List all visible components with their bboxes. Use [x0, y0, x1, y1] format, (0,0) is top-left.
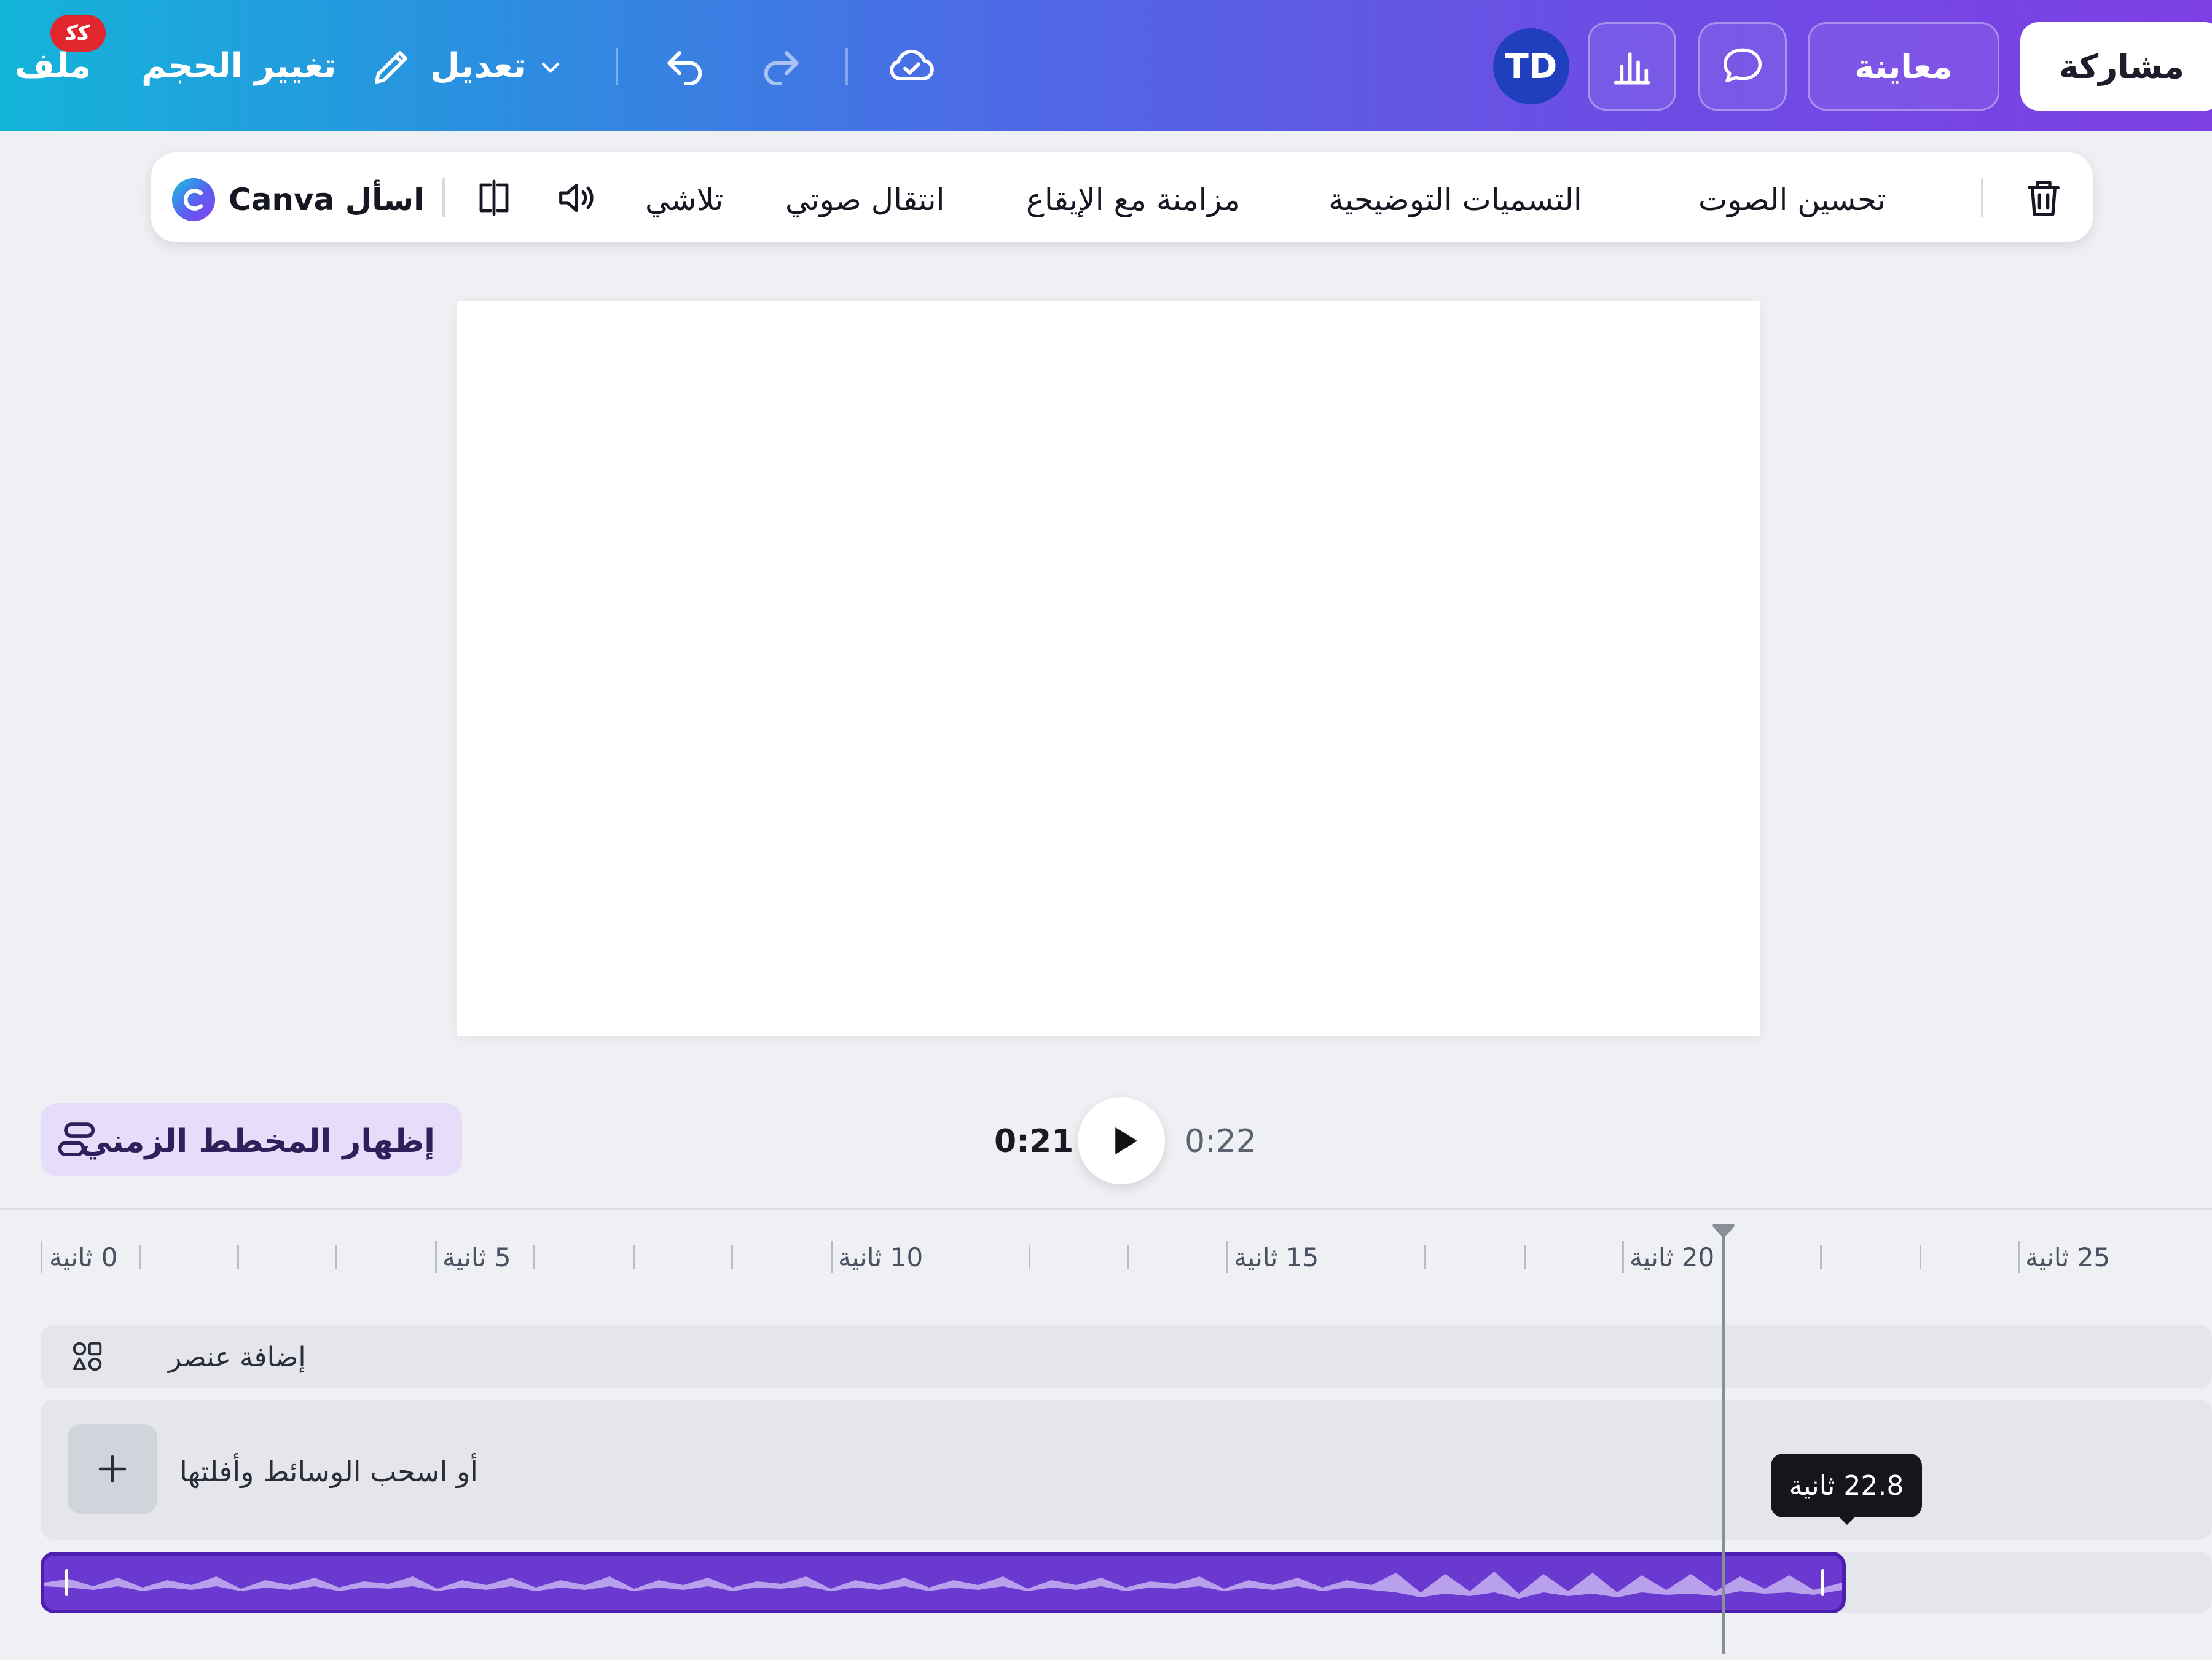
chevron-down-icon [541, 62, 560, 74]
ruler-label: 0 ثانية [49, 1242, 118, 1272]
preview-button[interactable]: معاينة [1808, 22, 1999, 111]
canva-editor: ملف ﮐﮐ تغيير الحجم تعديل TD معاينة مشارك… [0, 0, 2212, 1660]
duration-tooltip: 22.8 ثانية [1771, 1454, 1922, 1517]
toolbar-divider [442, 178, 445, 217]
file-menu[interactable]: ملف [15, 49, 91, 84]
share-button[interactable]: مشاركة [2020, 22, 2212, 111]
playhead-line[interactable] [1722, 1236, 1725, 1654]
ruler-tick [1424, 1245, 1426, 1269]
header-divider [616, 48, 618, 85]
header-divider [845, 48, 848, 85]
bar-chart-icon [1614, 52, 1650, 85]
undo-icon[interactable] [661, 41, 710, 90]
add-element-label: إضافة عنصر [168, 1342, 306, 1373]
clip-trim-handle-left[interactable] [65, 1569, 68, 1596]
timeline-divider [0, 1208, 2212, 1210]
audio-clip[interactable] [41, 1552, 1846, 1613]
ruler-tick [731, 1245, 733, 1269]
volume-icon[interactable] [553, 174, 600, 221]
ruler-tick [533, 1245, 535, 1269]
ask-canva-label: اسأل Canva [229, 182, 425, 217]
shapes-icon [73, 1342, 102, 1371]
ruler-tick [2018, 1241, 2020, 1273]
ruler-label: 25 ثانية [2025, 1242, 2111, 1272]
edit-label: تعديل [430, 46, 526, 86]
split-icon[interactable] [472, 176, 516, 220]
ruler-tick [1920, 1245, 1921, 1269]
ruler-label: 15 ثانية [1234, 1242, 1319, 1272]
notification-badge: ﮐﮐ [50, 15, 106, 52]
audio-transition-button[interactable]: انتقال صوتي [785, 182, 945, 217]
clip-trim-handle-right[interactable] [1821, 1569, 1824, 1596]
captions-button[interactable]: التسميات التوضيحية [1328, 182, 1582, 217]
add-element-track[interactable]: إضافة عنصر [41, 1325, 2212, 1388]
ruler-tick [1524, 1245, 1526, 1269]
resize-button[interactable]: تغيير الحجم [141, 49, 337, 84]
ruler-tick [1029, 1245, 1030, 1269]
analytics-button[interactable] [1588, 22, 1676, 111]
ruler-tick [633, 1245, 635, 1269]
plus-icon [98, 1455, 127, 1483]
ruler-tick [1127, 1245, 1129, 1269]
tooltip-tail [1837, 1515, 1857, 1525]
total-time: 0:22 [1185, 1123, 1257, 1160]
play-button[interactable] [1078, 1097, 1165, 1184]
ruler-tick [237, 1245, 239, 1269]
design-canvas[interactable] [457, 301, 1760, 1036]
canva-logo-icon [171, 178, 216, 222]
avatar[interactable]: TD [1493, 28, 1569, 104]
ask-canva-button[interactable]: اسأل Canva [170, 171, 428, 226]
ruler-tick [1226, 1241, 1228, 1273]
add-media-button[interactable] [68, 1424, 157, 1514]
ruler-tick [435, 1241, 437, 1273]
redo-icon[interactable] [756, 41, 805, 90]
ruler-tick [1622, 1241, 1624, 1273]
edit-menu[interactable]: تعديل [369, 37, 571, 98]
ruler-tick [1820, 1245, 1822, 1269]
enhance-audio-button[interactable]: تحسين الصوت [1698, 182, 1886, 217]
show-timeline-label: إظهار المخطط الزمني [79, 1123, 435, 1160]
comments-button[interactable] [1698, 22, 1787, 111]
drag-media-label: أو اسحب الوسائط وأفلتها [179, 1455, 478, 1488]
play-icon [1115, 1127, 1137, 1154]
ruler-label: 20 ثانية [1630, 1242, 1715, 1272]
beat-sync-button[interactable]: مزامنة مع الإيقاع [1026, 182, 1241, 217]
ruler-tick [139, 1245, 141, 1269]
trash-icon[interactable] [2019, 173, 2068, 222]
show-timeline-button[interactable]: إظهار المخطط الزمني [41, 1103, 462, 1176]
playhead-handle-icon[interactable] [1712, 1223, 1735, 1240]
ruler-label: 10 ثانية [838, 1242, 924, 1272]
ruler-tick [335, 1245, 337, 1269]
top-header: ملف ﮐﮐ تغيير الحجم تعديل TD معاينة مشارك… [0, 0, 2212, 131]
fade-button[interactable]: تلاشي [645, 182, 723, 217]
waveform [44, 1572, 1842, 1599]
toolbar-divider [1981, 178, 1983, 217]
pencil-icon [374, 50, 408, 84]
ruler-label: 5 ثانية [442, 1242, 511, 1272]
audio-context-toolbar: اسأل Canva تلاشي انتقال صوتي مزامنة مع ا… [151, 152, 2093, 242]
current-time: 0:21 [994, 1123, 1074, 1160]
ruler-tick [831, 1241, 833, 1273]
ruler-tick [41, 1241, 42, 1273]
comment-icon [1724, 48, 1762, 82]
cloud-saved-icon[interactable] [885, 38, 939, 92]
